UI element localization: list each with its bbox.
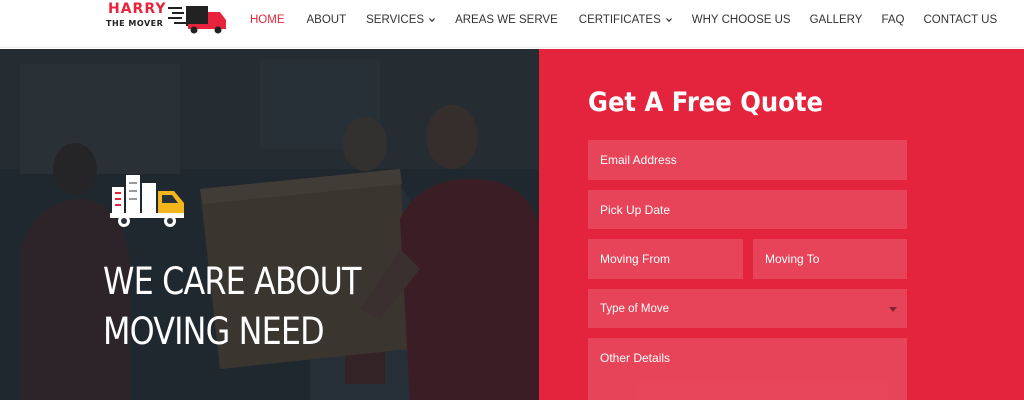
pickup-date-placeholder: Pick Up Date [600, 202, 671, 217]
moving-from-placeholder: Moving From [600, 252, 671, 266]
logo-line1: HARRY [108, 1, 167, 17]
hero-title: WE CARE ABOUT MOVING NEED [103, 257, 447, 357]
nav-home-label: HOME [250, 14, 285, 26]
nav-about-label: ABOUT [306, 14, 347, 26]
nav-why-label: WHY CHOOSE US [691, 14, 791, 26]
nav-certificates[interactable]: CERTIFICATES [579, 12, 672, 28]
nav-why-choose-us[interactable]: WHY CHOOSE US [692, 12, 791, 28]
nav-services-label: SERVICES [366, 14, 425, 26]
quote-form-title: Get A Free Quote [588, 87, 823, 118]
nav-gallery[interactable]: GALLERY [810, 12, 863, 28]
nav-services[interactable]: SERVICES [366, 12, 436, 28]
type-of-move-value: Type of Move [600, 302, 670, 315]
logo-line2: THE MOVER [106, 19, 164, 28]
email-field[interactable]: Email Address [588, 140, 907, 180]
nav-certificates-label: CERTIFICATES [578, 14, 661, 26]
nav-contact-label: CONTACT US [923, 14, 998, 26]
quote-form-panel: Get A Free Quote Email Address Pick Up D… [539, 49, 1024, 400]
main-nav: HOME ABOUT SERVICES AREAS WE SERVE CERTI… [250, 12, 997, 28]
hero-title-line1: WE CARE ABOUT [103, 260, 361, 303]
nav-faq[interactable]: FAQ [881, 12, 904, 28]
logo-truck-icon [168, 6, 226, 34]
nav-about[interactable]: ABOUT [307, 12, 347, 28]
moving-from-field[interactable]: Moving From [588, 239, 743, 279]
nav-gallery-label: GALLERY [809, 14, 863, 26]
moving-to-placeholder: Moving To [765, 252, 820, 266]
other-details-textarea[interactable]: Other Details [588, 338, 907, 400]
nav-areas-we-serve[interactable]: AREAS WE SERVE [455, 12, 558, 28]
site-header: HARRY THE MOVER HOME ABOUT SERVICES AREA… [0, 0, 1024, 48]
nav-contact-us[interactable]: CONTACT US [923, 12, 997, 28]
nav-home[interactable]: HOME [250, 12, 285, 28]
caret-down-icon [889, 306, 897, 312]
moving-truck-icon [110, 175, 184, 227]
chevron-down-icon [429, 18, 436, 23]
nav-faq-label: FAQ [881, 14, 905, 26]
chevron-down-icon [665, 18, 672, 23]
hero-section: WE CARE ABOUT MOVING NEED [0, 49, 539, 400]
email-field-placeholder: Email Address [600, 153, 677, 167]
moving-to-field[interactable]: Moving To [753, 239, 907, 279]
site-logo[interactable]: HARRY THE MOVER [104, 0, 228, 38]
pickup-date-field[interactable]: Pick Up Date [588, 190, 907, 229]
hero-title-line2: MOVING NEED [103, 310, 325, 353]
other-details-placeholder: Other Details [600, 351, 671, 365]
type-of-move-select[interactable]: Type of Move [588, 289, 907, 328]
nav-areas-label: AREAS WE SERVE [455, 14, 558, 26]
